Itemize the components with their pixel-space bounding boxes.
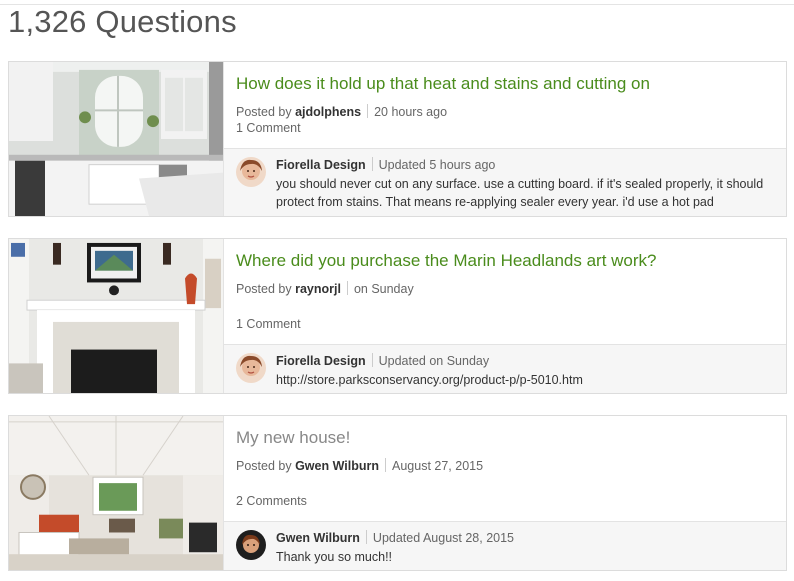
reply-meta: Gwen Wilburn Updated August 28, 2015 [276,530,514,545]
question-thumbnail[interactable] [9,416,223,570]
reply-updated: Updated 5 hours ago [378,158,496,172]
author-link[interactable]: ajdolphens [295,105,361,119]
latest-reply: Gwen Wilburn Updated August 28, 2015 Than… [224,521,786,570]
question-thumbnail[interactable] [9,62,223,216]
posted-by-label: Posted by [236,105,292,119]
living-room-photo [9,416,223,570]
reply-author-link[interactable]: Fiorella Design [276,158,366,172]
author-link[interactable]: Gwen Wilburn [295,459,379,473]
question-card: My new house! Posted by Gwen Wilburn Augu… [8,415,787,571]
fireplace-photo [9,239,223,393]
question-thumbnail[interactable] [9,239,223,393]
posted-time: 20 hours ago [374,105,448,119]
kitchen-photo [9,62,223,216]
avatar[interactable] [236,157,266,187]
meta-separator [371,157,373,171]
reply-text: you should never cut on any surface. use… [276,177,764,209]
reply-meta: Fiorella Design Updated on Sunday [276,353,489,368]
reply-author-link[interactable]: Gwen Wilburn [276,531,360,545]
posted-by-label: Posted by [236,459,292,473]
reply-author-link[interactable]: Fiorella Design [276,354,366,368]
question-title[interactable]: My new house! [236,428,350,448]
posted-time: August 27, 2015 [392,459,484,473]
reply-updated: Updated on Sunday [378,354,490,368]
comment-count-link[interactable]: 2 Comments [236,494,307,508]
question-title[interactable]: How does it hold up that heat and stains… [236,74,650,94]
question-body: Where did you purchase the Marin Headlan… [223,239,786,393]
meta-separator [385,458,386,472]
reply-meta: Fiorella Design Updated 5 hours ago [276,157,495,172]
meta-separator [346,281,348,295]
meta-separator [367,104,369,118]
author-link[interactable]: raynorjl [295,282,341,296]
reply-text: Thank you so much!! [276,550,393,564]
meta-separator [371,353,373,367]
avatar[interactable] [236,353,266,383]
question-meta: Posted by ajdolphens 20 hours ago [236,104,447,119]
question-body: How does it hold up that heat and stains… [223,62,786,216]
question-meta: Posted by raynorjl on Sunday [236,281,414,296]
reply-text[interactable]: http://store.parksconservancy.org/produc… [276,371,776,389]
question-card: How does it hold up that heat and stains… [8,61,787,217]
page-title: 1,326 Questions [8,4,237,39]
reply-updated: Updated August 28, 2015 [372,531,515,545]
question-body: My new house! Posted by Gwen Wilburn Augu… [223,416,786,570]
posted-time: on Sunday [353,282,414,296]
avatar[interactable] [236,530,266,560]
comment-count-link[interactable]: 1 Comment [236,317,301,331]
question-meta: Posted by Gwen Wilburn August 27, 2015 [236,458,483,473]
meta-separator [365,530,367,544]
posted-by-label: Posted by [236,282,292,296]
comment-count-link[interactable]: 1 Comment [236,121,301,135]
question-card: Where did you purchase the Marin Headlan… [8,238,787,394]
latest-reply: Fiorella Design Updated on Sunday http://… [224,344,786,393]
question-title[interactable]: Where did you purchase the Marin Headlan… [236,251,657,271]
latest-reply: Fiorella Design Updated 5 hours ago you s… [224,148,786,216]
